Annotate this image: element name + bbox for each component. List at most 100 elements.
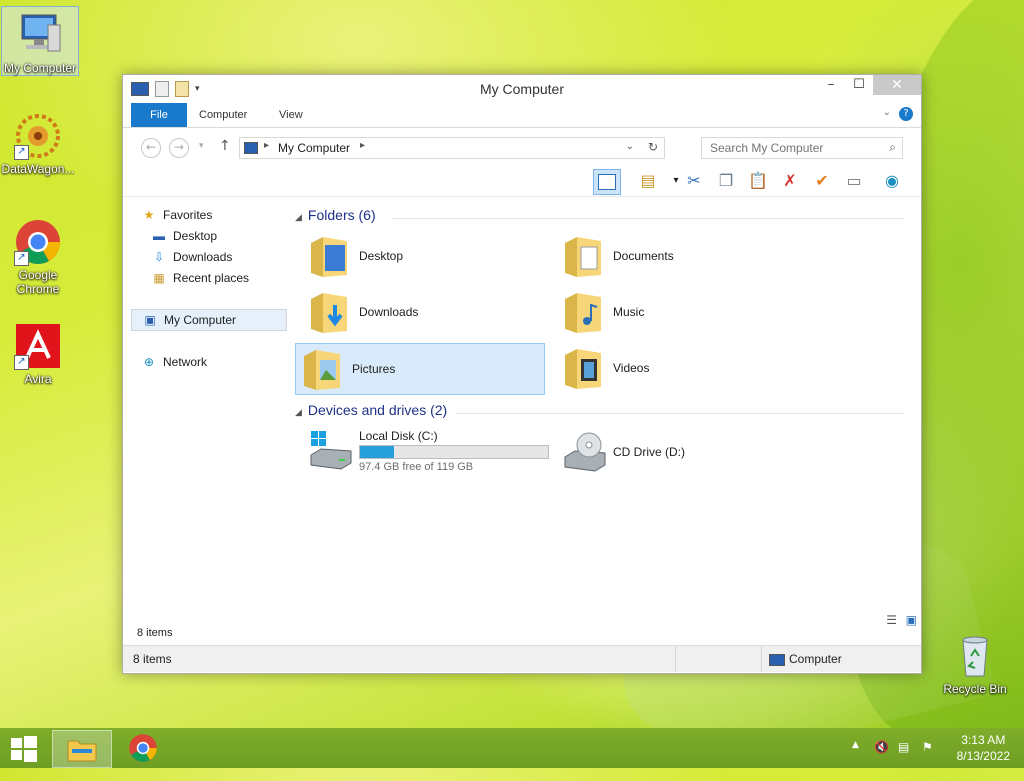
downloads-icon: ⇩ (153, 250, 165, 264)
desktop-icon-my-computer[interactable]: My Computer (1, 6, 79, 76)
collapse-arrow-icon[interactable]: ◢ (295, 212, 302, 222)
folder-icon (304, 350, 340, 390)
taskbar: ▲ 🔇 ▤ ⚑ 3:13 AM 8/13/2022 (0, 728, 1024, 768)
recycle-bin-icon (951, 632, 999, 680)
network-tray-icon[interactable]: ▤ (898, 740, 909, 754)
desktop-icon-recycle-bin[interactable]: Recycle Bin (937, 628, 1013, 696)
help-icon[interactable]: ? (899, 107, 913, 121)
nav-desktop[interactable]: ▬ Desktop (151, 226, 307, 246)
close-button[interactable]: ✕ (873, 75, 921, 95)
tab-view[interactable]: View (279, 103, 303, 127)
shortcut-arrow-icon: ↗ (14, 251, 29, 266)
drive-usage-bar (359, 445, 549, 459)
group-header-folders[interactable]: ◢ Folders (6) (295, 207, 905, 229)
search-box[interactable]: ⌕ (701, 137, 903, 159)
up-button[interactable]: ↑ (219, 138, 231, 154)
desktop-icon-label: DataWagon... (1, 162, 75, 176)
search-icon[interactable]: ⌕ (889, 140, 896, 155)
breadcrumb-chevron-icon[interactable]: ▸ (360, 140, 365, 151)
back-button[interactable]: ← (141, 138, 161, 158)
delete-button[interactable]: ✗ (777, 169, 803, 193)
desktop-icon-datawagon[interactable]: ↗ DataWagon... (0, 108, 76, 176)
folder-desktop[interactable]: Desktop (303, 231, 551, 281)
command-toolbar: ▤ ▾ ✂ ❐ 📋 ✗ ✔ ▭ ◉ (123, 166, 921, 197)
drive-label: CD Drive (D:) (613, 445, 685, 459)
cd-drive-icon (564, 432, 606, 472)
address-dropdown-icon[interactable]: ⌄ (626, 141, 634, 152)
group-divider (455, 413, 905, 414)
navigation-pane: ★ Favorites ▬ Desktop ⇩ Downloads ▦ Recent p… (131, 205, 287, 615)
drive-label: Local Disk (C:) (359, 429, 438, 443)
cut-button[interactable]: ✂ (681, 169, 707, 193)
paste-icon: 📋 (748, 171, 768, 190)
nav-favorites[interactable]: ★ Favorites (141, 205, 297, 225)
show-hidden-icons-icon[interactable]: ▲ (852, 740, 859, 750)
network-globe-button[interactable]: ◉ (879, 169, 905, 193)
group-title: Devices and drives (2) (307, 402, 448, 418)
computer-icon (16, 11, 64, 59)
drive-d[interactable]: CD Drive (D:) (557, 425, 805, 485)
title-bar[interactable]: ▾ My Computer – ☐ ✕ (123, 75, 921, 103)
recent-locations-icon[interactable]: ▾ (199, 141, 204, 151)
status-location: Computer (789, 652, 842, 666)
folder-pictures[interactable]: Pictures (295, 343, 545, 395)
group-header-devices[interactable]: ◢ Devices and drives (2) (295, 402, 905, 424)
paste-button[interactable]: 📋 (745, 169, 771, 193)
nav-label: Recent places (173, 271, 250, 285)
properties-icon: ▤ (640, 171, 656, 190)
expand-ribbon-icon[interactable]: ⌄ (883, 107, 891, 118)
nav-label: Favorites (163, 208, 213, 222)
address-field[interactable]: ▸ My Computer ▸ ⌄ ↻ (239, 137, 665, 159)
tab-file[interactable]: File (131, 103, 187, 127)
refresh-icon[interactable]: ↻ (648, 140, 658, 154)
address-bar-row: ← → ▾ ↑ ▸ My Computer ▸ ⌄ ↻ ⌕ (123, 128, 921, 166)
forward-button[interactable]: → (169, 138, 189, 158)
folder-downloads[interactable]: Downloads (303, 287, 551, 337)
minimize-button[interactable]: – (817, 75, 845, 95)
preview-pane-button[interactable] (593, 169, 621, 195)
tab-computer[interactable]: Computer (199, 103, 247, 127)
copy-button[interactable]: ❐ (713, 169, 739, 193)
taskbar-file-explorer[interactable] (52, 730, 112, 768)
maximize-button[interactable]: ☐ (845, 75, 873, 95)
clock[interactable]: 3:13 AM 8/13/2022 (957, 732, 1010, 764)
map-drive-button[interactable]: ▭ (841, 169, 867, 193)
desktop-icon-chrome[interactable]: ↗ Google Chrome (0, 214, 76, 296)
action-center-icon[interactable]: ⚑ (922, 740, 933, 754)
folder-icon (565, 237, 601, 277)
computer-small-icon (769, 654, 785, 666)
folder-documents[interactable]: Documents (557, 231, 805, 281)
cut-icon: ✂ (687, 171, 701, 190)
window-title: My Computer (479, 81, 565, 97)
desktop-icon-avira[interactable]: ↗ Avira (0, 318, 76, 386)
taskbar-chrome[interactable] (114, 730, 172, 766)
nav-my-computer[interactable]: ▣ My Computer (131, 309, 287, 331)
properties-button[interactable]: ▤ (635, 169, 661, 193)
copy-icon: ❐ (718, 171, 734, 190)
folder-videos[interactable]: Videos (557, 343, 805, 393)
chrome-icon (129, 734, 157, 762)
search-input[interactable] (708, 138, 882, 158)
ribbon-tabs: File Computer View ⌄ ? (123, 103, 921, 128)
folder-music[interactable]: Music (557, 287, 805, 337)
nav-recent-places[interactable]: ▦ Recent places (151, 268, 307, 288)
drive-usage-fill (360, 446, 394, 458)
explorer-window: ▾ My Computer – ☐ ✕ File Computer View ⌄… (122, 74, 922, 674)
drive-c[interactable]: Local Disk (C:) 97.4 GB free of 119 GB (303, 425, 551, 485)
rename-button[interactable]: ✔ (809, 169, 835, 193)
nav-label: My Computer (164, 313, 237, 327)
volume-muted-icon[interactable]: 🔇 (874, 740, 889, 754)
start-button[interactable] (0, 730, 48, 766)
nav-network[interactable]: ⊕ Network (141, 352, 297, 372)
group-title: Folders (6) (307, 207, 376, 223)
item-count-bar: 8 items (131, 623, 911, 643)
nav-downloads[interactable]: ⇩ Downloads (151, 247, 307, 267)
status-divider (675, 646, 676, 672)
globe-icon: ◉ (885, 171, 899, 190)
desktop-icon: ▬ (153, 229, 165, 243)
breadcrumb[interactable]: My Computer (278, 141, 350, 155)
checkmark-icon: ✔ (815, 171, 829, 190)
computer-small-icon (244, 142, 258, 154)
content-pane: ◢ Folders (6) Desktop Documents Downloads… (295, 205, 917, 627)
collapse-arrow-icon[interactable]: ◢ (295, 407, 302, 417)
